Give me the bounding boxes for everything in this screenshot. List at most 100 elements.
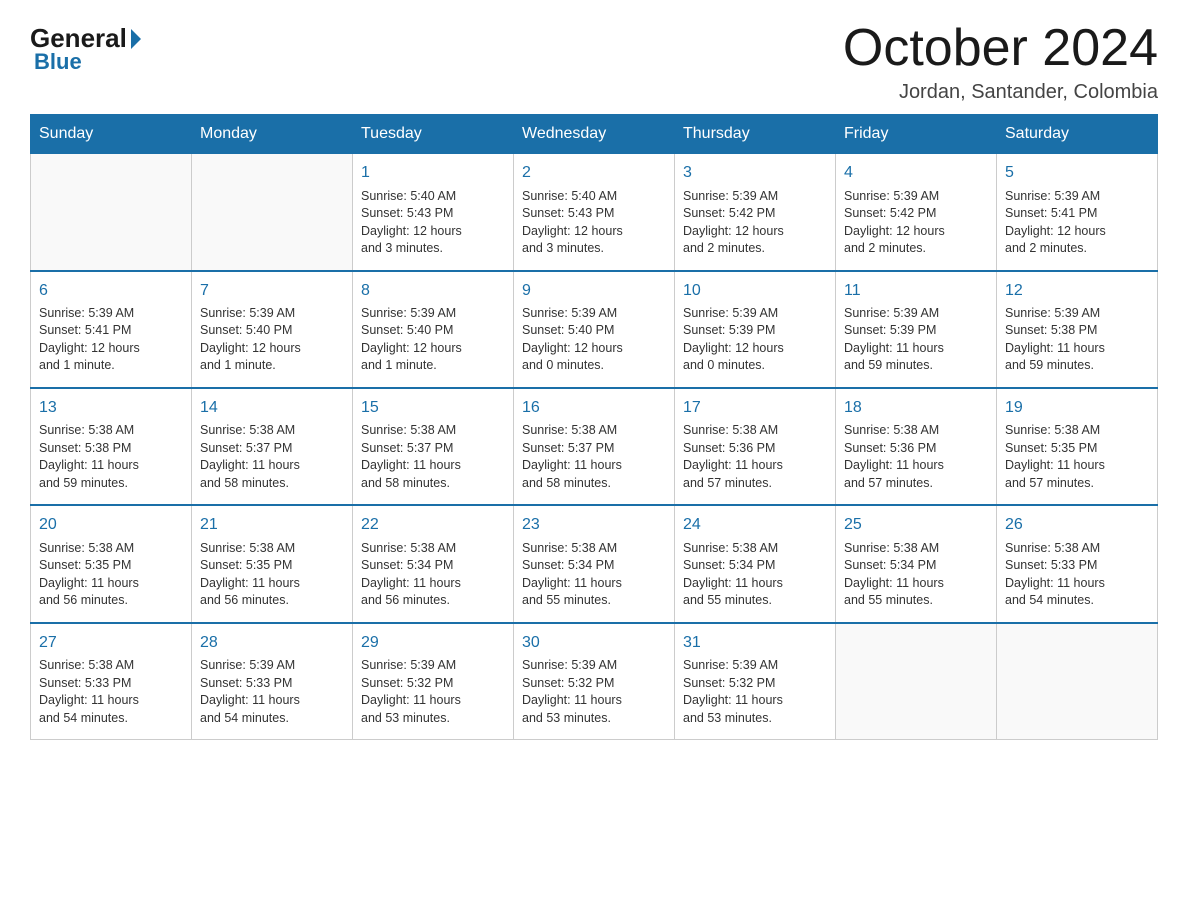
table-row: 28 Sunrise: 5:39 AM Sunset: 5:33 PM Dayli…	[192, 623, 353, 740]
day-number: 15	[361, 397, 505, 419]
header-wednesday: Wednesday	[514, 115, 675, 154]
table-row: 8 Sunrise: 5:39 AM Sunset: 5:40 PM Daylig…	[353, 271, 514, 388]
day-info: Sunrise: 5:39 AM Sunset: 5:42 PM Dayligh…	[844, 188, 988, 258]
table-row: 17 Sunrise: 5:38 AM Sunset: 5:36 PM Dayli…	[675, 388, 836, 505]
day-info: Sunrise: 5:39 AM Sunset: 5:40 PM Dayligh…	[200, 305, 344, 375]
day-info: Sunrise: 5:39 AM Sunset: 5:38 PM Dayligh…	[1005, 305, 1149, 375]
day-info: Sunrise: 5:39 AM Sunset: 5:33 PM Dayligh…	[200, 657, 344, 727]
calendar-row: 6 Sunrise: 5:39 AM Sunset: 5:41 PM Daylig…	[31, 271, 1158, 388]
table-row	[192, 154, 353, 271]
day-number: 19	[1005, 397, 1149, 419]
day-number: 14	[200, 397, 344, 419]
header-friday: Friday	[836, 115, 997, 154]
day-info: Sunrise: 5:38 AM Sunset: 5:35 PM Dayligh…	[1005, 422, 1149, 492]
table-row: 2 Sunrise: 5:40 AM Sunset: 5:43 PM Daylig…	[514, 154, 675, 271]
day-number: 29	[361, 632, 505, 654]
day-info: Sunrise: 5:38 AM Sunset: 5:36 PM Dayligh…	[844, 422, 988, 492]
page-header: General Blue October 2024 Jordan, Santan…	[30, 20, 1158, 104]
day-number: 7	[200, 280, 344, 302]
table-row: 20Sunrise: 5:38 AM Sunset: 5:35 PM Dayli…	[31, 505, 192, 622]
day-number: 31	[683, 632, 827, 654]
day-info: Sunrise: 5:38 AM Sunset: 5:33 PM Dayligh…	[39, 657, 183, 727]
table-row: 15 Sunrise: 5:38 AM Sunset: 5:37 PM Dayli…	[353, 388, 514, 505]
day-number: 11	[844, 280, 988, 302]
day-number: 16	[522, 397, 666, 419]
day-info: Sunrise: 5:39 AM Sunset: 5:32 PM Dayligh…	[522, 657, 666, 727]
table-row: 25Sunrise: 5:38 AM Sunset: 5:34 PM Dayli…	[836, 505, 997, 622]
table-row: 10 Sunrise: 5:39 AM Sunset: 5:39 PM Dayli…	[675, 271, 836, 388]
day-number: 26	[1005, 514, 1149, 536]
day-number: 1	[361, 162, 505, 184]
location-subtitle: Jordan, Santander, Colombia	[843, 81, 1158, 104]
table-row: 5 Sunrise: 5:39 AM Sunset: 5:41 PM Daylig…	[997, 154, 1158, 271]
day-number: 12	[1005, 280, 1149, 302]
day-number: 10	[683, 280, 827, 302]
day-number: 28	[200, 632, 344, 654]
day-info: Sunrise: 5:38 AM Sunset: 5:34 PM Dayligh…	[522, 540, 666, 610]
table-row: 26Sunrise: 5:38 AM Sunset: 5:33 PM Dayli…	[997, 505, 1158, 622]
day-number: 8	[361, 280, 505, 302]
table-row	[997, 623, 1158, 740]
day-number: 9	[522, 280, 666, 302]
table-row: 16 Sunrise: 5:38 AM Sunset: 5:37 PM Dayli…	[514, 388, 675, 505]
day-info: Sunrise: 5:38 AM Sunset: 5:37 PM Dayligh…	[200, 422, 344, 492]
day-number: 25	[844, 514, 988, 536]
day-number: 24	[683, 514, 827, 536]
day-number: 5	[1005, 162, 1149, 184]
day-number: 17	[683, 397, 827, 419]
day-info: Sunrise: 5:38 AM Sunset: 5:38 PM Dayligh…	[39, 422, 183, 492]
day-info: Sunrise: 5:40 AM Sunset: 5:43 PM Dayligh…	[361, 188, 505, 258]
day-info: Sunrise: 5:39 AM Sunset: 5:40 PM Dayligh…	[522, 305, 666, 375]
table-row: 14 Sunrise: 5:38 AM Sunset: 5:37 PM Dayli…	[192, 388, 353, 505]
calendar-header-row: Sunday Monday Tuesday Wednesday Thursday…	[31, 115, 1158, 154]
day-number: 13	[39, 397, 183, 419]
table-row: 21Sunrise: 5:38 AM Sunset: 5:35 PM Dayli…	[192, 505, 353, 622]
table-row: 31Sunrise: 5:39 AM Sunset: 5:32 PM Dayli…	[675, 623, 836, 740]
calendar-table: Sunday Monday Tuesday Wednesday Thursday…	[30, 114, 1158, 740]
title-section: October 2024 Jordan, Santander, Colombia	[843, 20, 1158, 104]
calendar-row: 27 Sunrise: 5:38 AM Sunset: 5:33 PM Dayli…	[31, 623, 1158, 740]
table-row: 30 Sunrise: 5:39 AM Sunset: 5:32 PM Dayli…	[514, 623, 675, 740]
day-number: 22	[361, 514, 505, 536]
table-row: 3Sunrise: 5:39 AM Sunset: 5:42 PM Daylig…	[675, 154, 836, 271]
table-row: 18 Sunrise: 5:38 AM Sunset: 5:36 PM Dayli…	[836, 388, 997, 505]
table-row: 29Sunrise: 5:39 AM Sunset: 5:32 PM Dayli…	[353, 623, 514, 740]
day-number: 4	[844, 162, 988, 184]
table-row: 9 Sunrise: 5:39 AM Sunset: 5:40 PM Daylig…	[514, 271, 675, 388]
table-row	[31, 154, 192, 271]
logo: General Blue	[30, 20, 141, 75]
day-info: Sunrise: 5:39 AM Sunset: 5:40 PM Dayligh…	[361, 305, 505, 375]
day-number: 18	[844, 397, 988, 419]
day-info: Sunrise: 5:38 AM Sunset: 5:36 PM Dayligh…	[683, 422, 827, 492]
day-number: 2	[522, 162, 666, 184]
day-info: Sunrise: 5:40 AM Sunset: 5:43 PM Dayligh…	[522, 188, 666, 258]
logo-blue: Blue	[34, 49, 82, 75]
header-tuesday: Tuesday	[353, 115, 514, 154]
day-info: Sunrise: 5:38 AM Sunset: 5:37 PM Dayligh…	[522, 422, 666, 492]
day-number: 20	[39, 514, 183, 536]
day-info: Sunrise: 5:38 AM Sunset: 5:35 PM Dayligh…	[200, 540, 344, 610]
day-number: 27	[39, 632, 183, 654]
header-monday: Monday	[192, 115, 353, 154]
day-info: Sunrise: 5:39 AM Sunset: 5:41 PM Dayligh…	[39, 305, 183, 375]
logo-general: General	[30, 25, 141, 51]
table-row: 12 Sunrise: 5:39 AM Sunset: 5:38 PM Dayli…	[997, 271, 1158, 388]
day-number: 23	[522, 514, 666, 536]
day-info: Sunrise: 5:39 AM Sunset: 5:41 PM Dayligh…	[1005, 188, 1149, 258]
day-info: Sunrise: 5:39 AM Sunset: 5:39 PM Dayligh…	[683, 305, 827, 375]
month-title: October 2024	[843, 20, 1158, 77]
day-info: Sunrise: 5:38 AM Sunset: 5:37 PM Dayligh…	[361, 422, 505, 492]
table-row: 24Sunrise: 5:38 AM Sunset: 5:34 PM Dayli…	[675, 505, 836, 622]
header-sunday: Sunday	[31, 115, 192, 154]
day-number: 6	[39, 280, 183, 302]
table-row: 23 Sunrise: 5:38 AM Sunset: 5:34 PM Dayli…	[514, 505, 675, 622]
table-row: 11Sunrise: 5:39 AM Sunset: 5:39 PM Dayli…	[836, 271, 997, 388]
table-row: 22Sunrise: 5:38 AM Sunset: 5:34 PM Dayli…	[353, 505, 514, 622]
table-row: 27 Sunrise: 5:38 AM Sunset: 5:33 PM Dayli…	[31, 623, 192, 740]
header-saturday: Saturday	[997, 115, 1158, 154]
header-thursday: Thursday	[675, 115, 836, 154]
day-number: 30	[522, 632, 666, 654]
calendar-row: 20 Sunrise: 5:38 AM Sunset: 5:35 PM Dayli…	[31, 505, 1158, 622]
table-row	[836, 623, 997, 740]
calendar-row: 13 Sunrise: 5:38 AM Sunset: 5:38 PM Dayli…	[31, 388, 1158, 505]
